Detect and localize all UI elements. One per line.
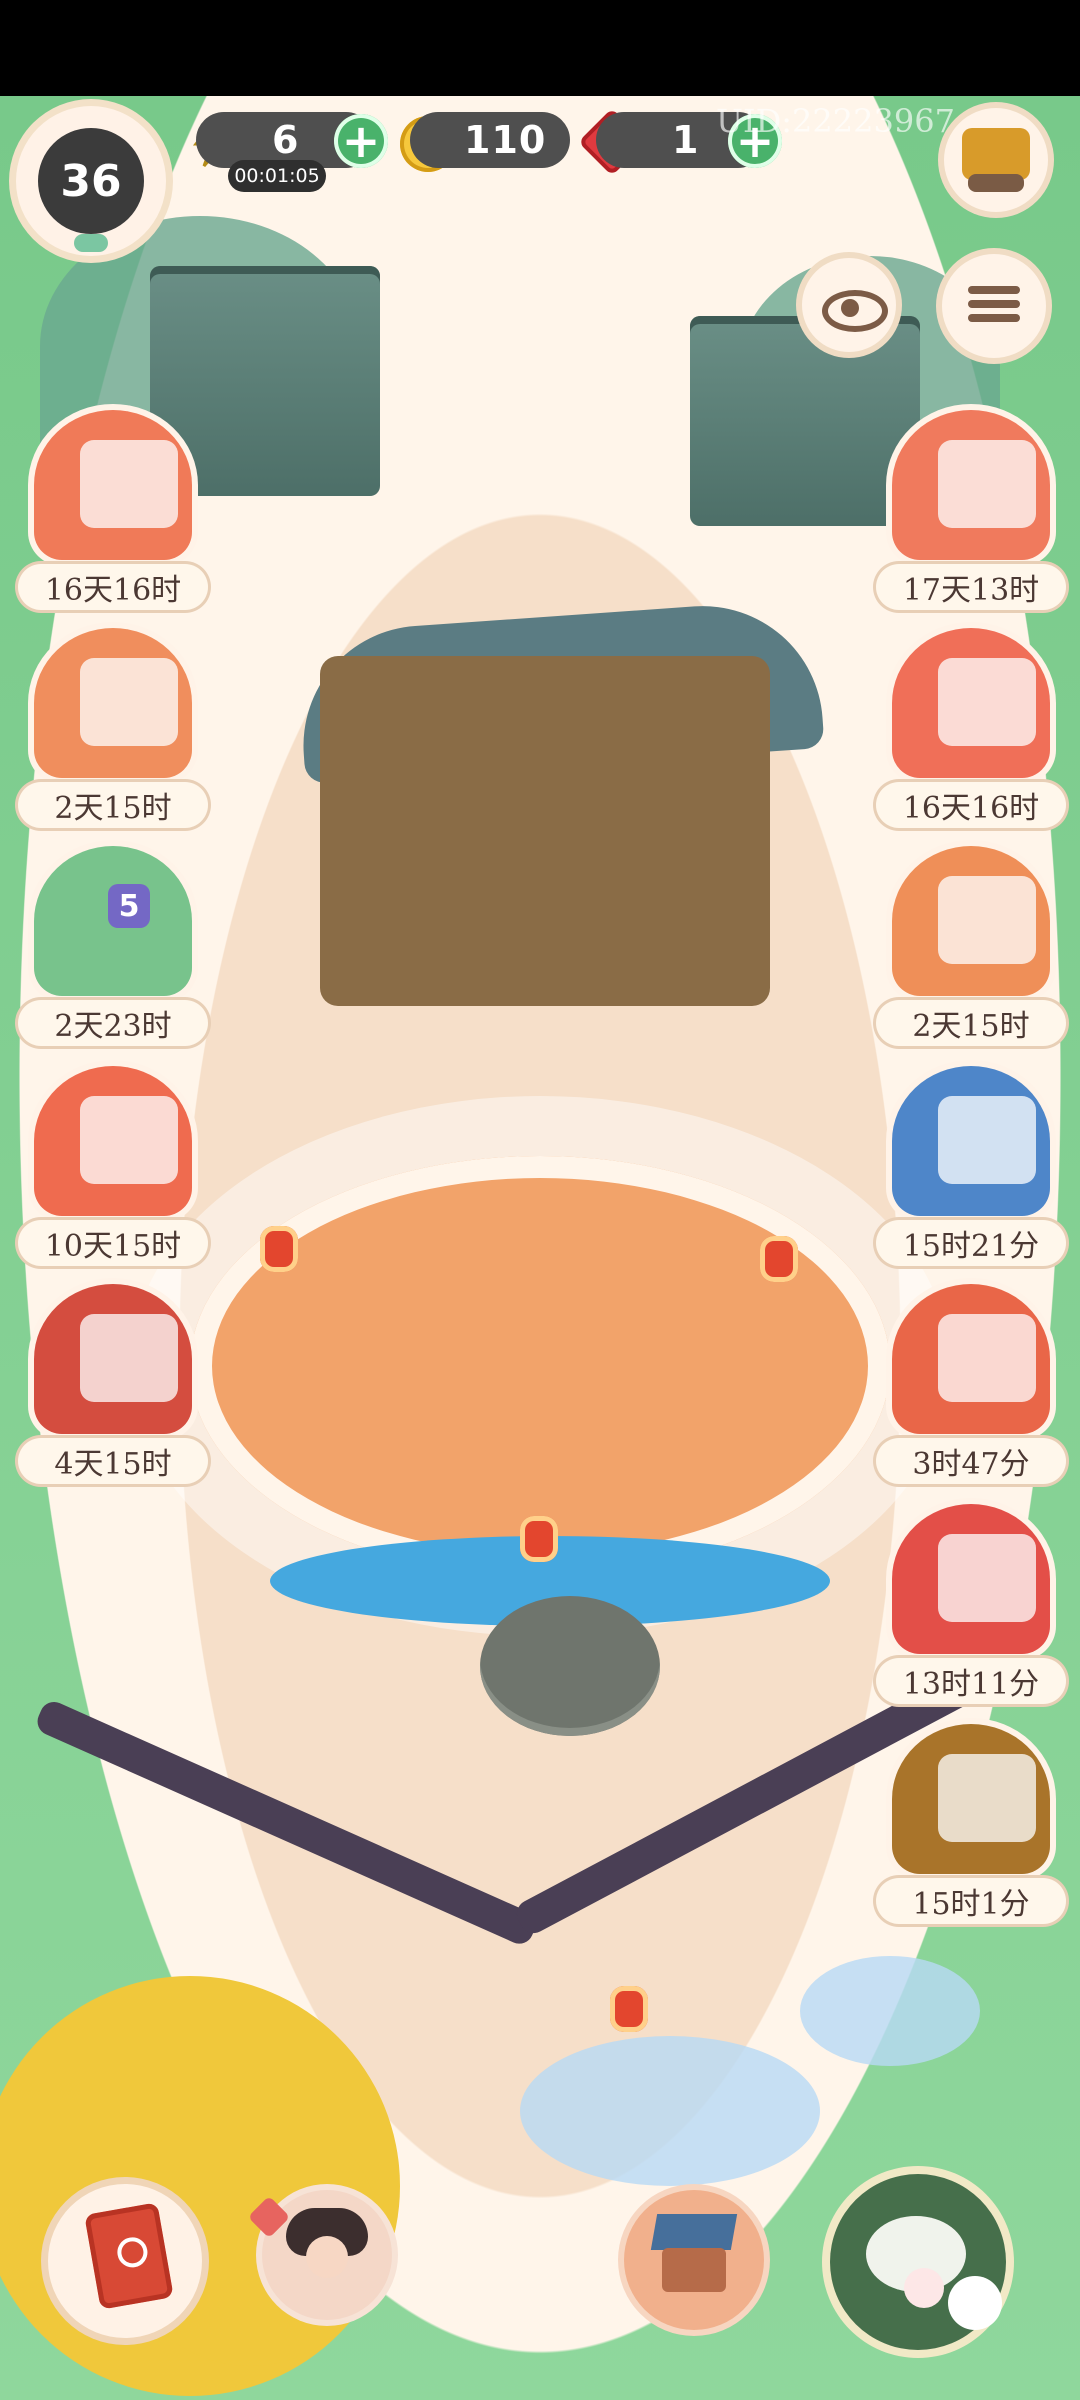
house-build-button[interactable]	[624, 2190, 764, 2330]
lantern-3	[520, 1516, 558, 1562]
event-timer: 16天16时	[876, 782, 1066, 828]
coin-value: 110	[464, 118, 547, 162]
gold-coin-event-icon	[34, 1284, 192, 1434]
flowerbed-center	[520, 2036, 820, 2186]
lightning-badge-icon	[948, 2276, 1002, 2330]
mystery-bundle-event-icon	[892, 628, 1050, 778]
event-timer: 16天16时	[18, 564, 208, 610]
quest-book-button[interactable]	[48, 2184, 202, 2338]
shop-button[interactable]	[944, 108, 1048, 212]
red-book-event-icon	[34, 410, 192, 560]
goldfish-event-icon	[34, 1066, 192, 1216]
mystery-bundle-art	[938, 658, 1036, 746]
level-ribbon	[74, 234, 108, 252]
tiger-event-icon	[892, 410, 1050, 560]
energy-value: 6	[272, 118, 300, 162]
coin-counter: 110	[410, 112, 570, 168]
horse-art	[80, 658, 178, 746]
lantern-1	[260, 1226, 298, 1272]
goldfish-art	[80, 1096, 178, 1184]
right-event-1[interactable]: 17天13时	[876, 410, 1066, 610]
view-toggle-button[interactable]	[802, 258, 896, 352]
left-event-2[interactable]: 2天15时	[18, 628, 208, 828]
top-black-bar	[0, 0, 1080, 96]
right-event-5[interactable]: 3时47分	[876, 1284, 1066, 1484]
eye-pupil	[841, 299, 859, 317]
user-id: UID:22223967	[716, 102, 955, 140]
left-event-3[interactable]: 5 2天23时	[18, 846, 208, 1046]
menu-icon	[968, 280, 1020, 332]
festival-courtyard	[190, 1156, 890, 1576]
chest-art	[938, 1534, 1036, 1622]
event-timer: 10天15时	[18, 1220, 208, 1266]
bonus-offer-event-icon	[892, 1724, 1050, 1874]
lantern-2	[760, 1236, 798, 1282]
level-indicator[interactable]: 36	[16, 106, 166, 256]
left-event-1[interactable]: 16天16时	[18, 410, 208, 610]
right-event-4[interactable]: 15时21分	[876, 1066, 1066, 1266]
event-timer: 13时11分	[876, 1658, 1066, 1704]
calendar-day-badge: 5	[108, 884, 150, 928]
event-timer: 15时21分	[876, 1220, 1066, 1266]
treasure-box-art	[938, 1314, 1036, 1402]
calendar-event-icon: 5	[34, 846, 192, 996]
right-event-7[interactable]: 15时1分	[876, 1724, 1066, 1924]
event-timer: 15时1分	[876, 1878, 1066, 1924]
left-event-4[interactable]: 10天15时	[18, 1066, 208, 1266]
treasure-box-event-icon	[892, 1284, 1050, 1434]
gem-value: 1	[672, 118, 700, 162]
stone-well	[480, 1596, 660, 1736]
level-number: 36	[38, 128, 144, 234]
tiger-art	[938, 440, 1036, 528]
add-energy-button[interactable]: +	[334, 114, 388, 168]
blue-pinwheel-event-icon	[892, 1066, 1050, 1216]
book-icon	[84, 2202, 174, 2310]
event-timer: 2天23时	[18, 1000, 208, 1046]
flowerbed-right	[800, 1956, 980, 2066]
right-event-6[interactable]: 13时11分	[876, 1504, 1066, 1704]
event-timer: 17天13时	[876, 564, 1066, 610]
lantern-4	[610, 1986, 648, 2032]
chest-event-icon	[892, 1504, 1050, 1654]
menu-button[interactable]	[942, 254, 1046, 358]
event-timer: 4天15时	[18, 1438, 208, 1484]
event-timer: 2天15时	[876, 1000, 1066, 1046]
energy-timer: 00:01:05	[228, 160, 326, 192]
cat-art	[938, 876, 1036, 964]
pinwheel-art	[938, 1096, 1036, 1184]
event-timer: 3时47分	[876, 1438, 1066, 1484]
event-timer: 2天15时	[18, 782, 208, 828]
right-event-3[interactable]: 2天15时	[876, 846, 1066, 1046]
right-event-2[interactable]: 16天16时	[876, 628, 1066, 828]
cat-event-icon	[892, 846, 1050, 996]
horse-event-icon	[34, 628, 192, 778]
ruined-hut	[320, 656, 770, 1006]
gold-coin-art	[80, 1314, 178, 1402]
bonus-offer-art	[938, 1754, 1036, 1842]
book-stack-art	[80, 440, 178, 528]
left-event-5[interactable]: 4天15时	[18, 1284, 208, 1484]
front-wall-left	[33, 1697, 541, 1949]
